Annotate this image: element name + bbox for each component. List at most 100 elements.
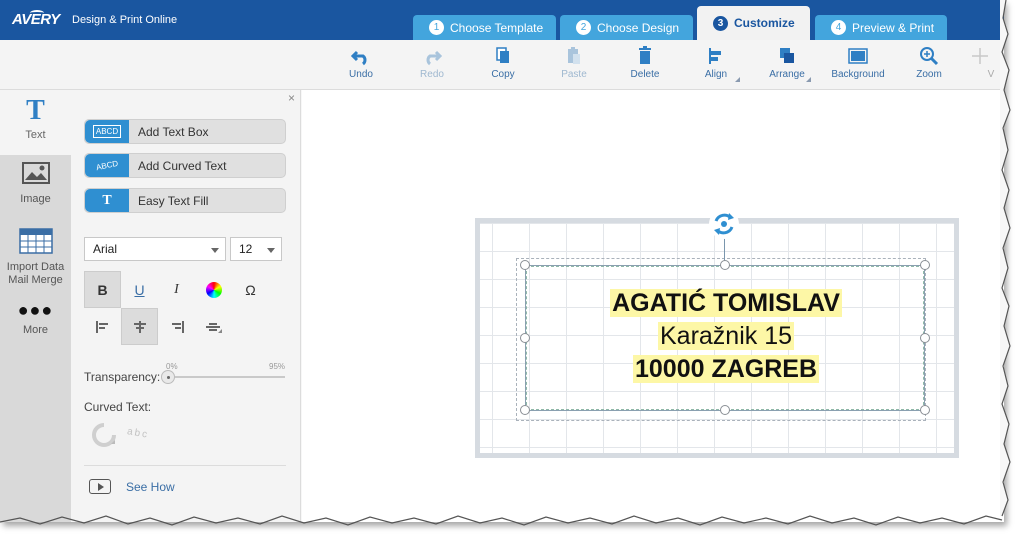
delete-label: Delete: [630, 69, 660, 80]
background-icon: [848, 48, 868, 64]
close-icon[interactable]: ×: [288, 91, 295, 105]
label-template[interactable]: AGATIĆ TOMISLAV Karažnik 15 10000 ZAGREB: [475, 209, 959, 458]
add-text-box-button[interactable]: ABCD Add Text Box: [84, 119, 286, 144]
step-number: 3: [713, 15, 728, 31]
rail-item-text[interactable]: T Text: [0, 90, 71, 155]
address-line-1[interactable]: AGATIĆ TOMISLAV: [527, 289, 925, 318]
curve-circle-icon: [92, 423, 116, 447]
rotate-icon: [714, 213, 734, 235]
text-box-icon: ABCD: [85, 120, 129, 143]
view-button[interactable]: V: [965, 46, 995, 80]
resize-handle-top-right[interactable]: [920, 260, 930, 270]
transparency-slider-track[interactable]: [168, 376, 285, 378]
copy-icon: [496, 47, 509, 63]
rail-import-label-1: Import Data: [6, 261, 65, 273]
redo-label: Redo: [420, 69, 444, 80]
rail-import-label-2: Mail Merge: [8, 274, 63, 286]
zoom-button[interactable]: Zoom: [899, 46, 959, 80]
align-right-button[interactable]: [158, 308, 195, 345]
bold-button[interactable]: B: [84, 271, 121, 308]
tab-choose-template[interactable]: 1 Choose Template: [413, 15, 556, 40]
text-panel: × ABCD Add Text Box ABCD Add Curved Text…: [71, 90, 301, 522]
step-number: 2: [576, 20, 591, 35]
delete-button[interactable]: Delete: [615, 46, 675, 80]
align-left-icon: [709, 48, 721, 64]
tab-choose-design[interactable]: 2 Choose Design: [560, 15, 693, 40]
spreadsheet-icon: [18, 228, 53, 254]
easy-text-fill-button[interactable]: T Easy Text Fill: [84, 188, 286, 213]
zoom-icon: [920, 47, 939, 66]
resize-handle-bottom-left[interactable]: [520, 405, 530, 415]
undo-button[interactable]: Undo: [331, 46, 391, 80]
tab-preview-print[interactable]: 4 Preview & Print: [815, 15, 947, 40]
add-curved-text-button[interactable]: ABCD Add Curved Text: [84, 153, 286, 178]
see-how-link[interactable]: See How: [126, 480, 175, 494]
left-rail: T Text Image Import Data Mail Merge ●●● …: [0, 90, 71, 522]
torn-edge-right: [1000, 0, 1011, 517]
curve-circle-button[interactable]: [91, 422, 117, 448]
background-label: Background: [831, 69, 885, 80]
address-line-3[interactable]: 10000 ZAGREB: [527, 355, 925, 384]
curved-text-label: Curved Text:: [84, 400, 152, 414]
background-button[interactable]: Background: [828, 46, 888, 80]
text-fill-icon: T: [85, 189, 129, 212]
text-box-inner-outline: AGATIĆ TOMISLAV Karažnik 15 10000 ZAGREB: [526, 266, 924, 410]
design-canvas[interactable]: AGATIĆ TOMISLAV Karažnik 15 10000 ZAGREB: [302, 90, 1004, 522]
redo-button[interactable]: Redo: [402, 46, 462, 80]
resize-handle-top-left[interactable]: [520, 260, 530, 270]
align-left-button[interactable]: [84, 308, 121, 345]
resize-handle-right[interactable]: [920, 333, 930, 343]
more-dots-icon: ●●●: [17, 300, 54, 320]
selected-text-box[interactable]: AGATIĆ TOMISLAV Karažnik 15 10000 ZAGREB: [520, 260, 930, 415]
play-video-icon[interactable]: [89, 479, 111, 494]
step-number: 4: [831, 20, 846, 35]
resize-handle-left[interactable]: [520, 333, 530, 343]
italic-button[interactable]: I: [158, 271, 195, 308]
align-dropdown-caret-icon: [735, 77, 740, 82]
logo-swoosh-icon: [30, 10, 44, 16]
step-label: Customize: [734, 16, 795, 30]
resize-handle-bottom-right[interactable]: [920, 405, 930, 415]
curve-arc-button[interactable]: abc: [126, 422, 157, 448]
font-family-select[interactable]: Arial: [84, 237, 226, 261]
rail-item-import-data[interactable]: Import Data Mail Merge: [0, 228, 71, 290]
transparency-slider-thumb[interactable]: [161, 370, 175, 384]
curved-text-icon: ABCD: [85, 154, 129, 177]
undo-label: Undo: [349, 69, 373, 80]
rail-item-more[interactable]: ●●● More: [0, 300, 71, 342]
paste-button[interactable]: Paste: [544, 46, 604, 80]
vertical-align-button[interactable]: [195, 308, 232, 345]
arrange-dropdown-caret-icon: [806, 77, 811, 82]
step-label: Preview & Print: [852, 20, 935, 35]
font-size-value: 12: [239, 242, 253, 256]
align-button[interactable]: Align: [686, 46, 746, 82]
curve-arc-icon: abc: [126, 426, 150, 441]
trash-icon: [639, 46, 651, 64]
special-character-button[interactable]: Ω: [232, 271, 269, 308]
rotate-handle[interactable]: [709, 209, 739, 239]
color-picker-button[interactable]: [195, 271, 232, 308]
add-text-box-label: Add Text Box: [138, 125, 209, 139]
tab-customize[interactable]: 3 Customize: [697, 6, 810, 40]
step-number: 1: [429, 20, 444, 35]
panel-divider: [84, 465, 286, 466]
redo-icon: [426, 50, 442, 66]
easy-text-fill-label: Easy Text Fill: [138, 194, 209, 208]
paste-icon: [568, 47, 580, 64]
color-wheel-icon: [205, 281, 222, 298]
top-header: AVERY Design & Print Online 1 Choose Tem…: [0, 0, 1004, 40]
copy-label: Copy: [491, 69, 515, 80]
align-center-button[interactable]: [121, 308, 158, 345]
vertical-align-icon: [205, 322, 222, 333]
resize-handle-top[interactable]: [720, 260, 730, 270]
view-label: V: [987, 69, 995, 80]
arrange-button[interactable]: Arrange: [757, 46, 817, 82]
torn-edge-bottom: [0, 515, 1003, 526]
font-size-select[interactable]: 12: [230, 237, 282, 261]
copy-button[interactable]: Copy: [473, 46, 533, 80]
resize-handle-bottom[interactable]: [720, 405, 730, 415]
underline-button[interactable]: U: [121, 271, 158, 308]
rail-item-image[interactable]: Image: [0, 162, 71, 214]
text-tool-icon: T: [26, 95, 45, 126]
address-line-2[interactable]: Karažnik 15: [527, 322, 925, 351]
